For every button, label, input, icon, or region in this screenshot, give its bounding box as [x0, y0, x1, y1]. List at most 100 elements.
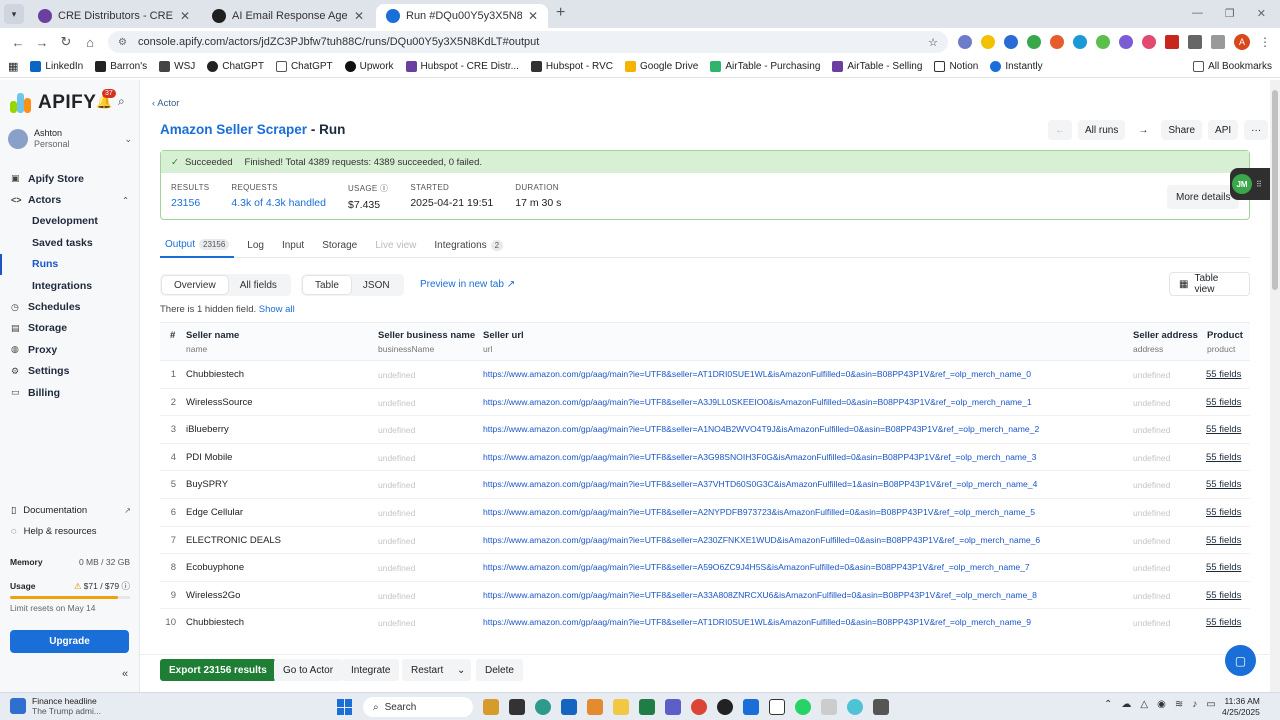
help-link[interactable]: ◌ Help & resources: [0, 521, 139, 542]
drive-icon[interactable]: △: [1140, 699, 1148, 710]
bookmark-item[interactable]: Hubspot - RVC: [530, 61, 613, 72]
json-toggle[interactable]: JSON: [351, 276, 402, 294]
close-tab-icon[interactable]: ✕: [528, 9, 538, 23]
col-seller-address[interactable]: Seller address address: [1133, 330, 1198, 354]
tab-storage[interactable]: Storage: [317, 232, 362, 258]
news-widget[interactable]: Finance headline The Trump admi...: [10, 696, 101, 716]
bookmark-item[interactable]: Notion: [934, 61, 978, 72]
extension-icon[interactable]: [1050, 35, 1064, 49]
drag-handle-icon[interactable]: ⠿: [1256, 180, 1262, 189]
back-arrow-icon[interactable]: ←: [6, 35, 30, 50]
sidebar-item-proxy[interactable]: ◍ Proxy: [0, 339, 139, 360]
overview-toggle[interactable]: Overview: [162, 276, 228, 294]
pen-icon[interactable]: [821, 699, 837, 715]
product-fields-link[interactable]: 55 fields: [1206, 424, 1241, 435]
product-fields-link[interactable]: 55 fields: [1206, 479, 1241, 490]
show-all-link[interactable]: Show all: [259, 304, 295, 315]
seller-url-link[interactable]: https://www.amazon.com/gp/aag/main?ie=UT…: [483, 507, 1035, 517]
tab-search-icon[interactable]: ▾: [4, 4, 24, 24]
browser-tab-3-active[interactable]: Run #DQu00Y5y3X5N8KdLT ✕: [376, 4, 548, 28]
sidebar-item-development[interactable]: Development: [0, 211, 139, 232]
api-button[interactable]: API: [1208, 120, 1239, 140]
reload-icon[interactable]: ↻: [54, 34, 78, 50]
site-info-icon[interactable]: ⚙: [118, 37, 132, 48]
copilot-icon[interactable]: [847, 699, 863, 715]
apps-grid-icon[interactable]: ▦: [8, 60, 18, 73]
close-tab-icon[interactable]: ✕: [180, 9, 190, 23]
sidebar-item-runs[interactable]: Runs: [0, 253, 139, 275]
seller-url-link[interactable]: https://www.amazon.com/gp/aag/main?ie=UT…: [483, 397, 1032, 407]
chatgpt-icon[interactable]: [717, 699, 733, 715]
taskbar-search[interactable]: ⌕ Search: [363, 697, 473, 717]
browser-tab-1[interactable]: CRE Distributors - CRE - Respo ✕: [28, 4, 200, 28]
seller-url-link[interactable]: https://www.amazon.com/gp/aag/main?ie=UT…: [483, 424, 1039, 434]
onedrive-icon[interactable]: ☁: [1121, 699, 1131, 710]
tab-output[interactable]: Output 23156: [160, 232, 235, 258]
product-fields-link[interactable]: 55 fields: [1206, 369, 1241, 380]
seller-url-link[interactable]: https://www.amazon.com/gp/aag/main?ie=UT…: [483, 452, 1036, 462]
edge-icon[interactable]: [535, 699, 551, 715]
actor-name-link[interactable]: Amazon Seller Scraper: [160, 122, 307, 137]
bookmark-star-icon[interactable]: ☆: [928, 36, 938, 49]
profile-avatar[interactable]: A: [1234, 34, 1250, 50]
product-fields-link[interactable]: 55 fields: [1206, 535, 1241, 546]
preview-new-tab-link[interactable]: Preview in new tab ↗: [420, 279, 515, 290]
excel-icon[interactable]: [639, 699, 655, 715]
sidebar-item-saved-tasks[interactable]: Saved tasks: [0, 232, 139, 253]
previous-run-button[interactable]: ←: [1048, 120, 1072, 140]
seller-url-link[interactable]: https://www.amazon.com/gp/aag/main?ie=UT…: [483, 479, 1037, 489]
url-bar[interactable]: ⚙ console.apify.com/actors/jdZC3PJbfw7tu…: [108, 31, 948, 53]
home-icon[interactable]: ⌂: [78, 35, 102, 50]
extension-icon[interactable]: [1096, 35, 1110, 49]
forward-arrow-icon[interactable]: →: [30, 35, 54, 50]
usage-indicator[interactable]: Usage ⚠ $71 / $79 ⓘ Limit resets on May 1…: [10, 580, 130, 613]
share-button[interactable]: Share: [1161, 120, 1203, 140]
extension-icon[interactable]: [958, 35, 972, 49]
bookmark-item[interactable]: Hubspot - CRE Distr...: [405, 61, 519, 72]
minimize-icon[interactable]: —: [1192, 7, 1203, 20]
windows-start-icon[interactable]: [337, 699, 353, 715]
chrome-icon[interactable]: [691, 699, 707, 715]
account-switcher[interactable]: Ashton Personal ⌄: [8, 128, 132, 150]
volume-icon[interactable]: ♪: [1192, 699, 1197, 710]
all-bookmarks[interactable]: All Bookmarks: [1193, 61, 1272, 72]
page-scrollbar[interactable]: [1270, 80, 1280, 692]
bookmark-item[interactable]: WSJ: [159, 61, 195, 72]
bookmark-item[interactable]: ChatGPT: [275, 61, 333, 72]
bookmark-item[interactable]: Barron's: [95, 61, 147, 72]
file-explorer-icon[interactable]: [509, 699, 525, 715]
restart-options-chevron-icon[interactable]: ⌄: [451, 659, 472, 681]
info-icon[interactable]: ⓘ: [380, 184, 388, 193]
bookmark-item[interactable]: Google Drive: [624, 61, 698, 72]
sidebar-item-storage[interactable]: ▤ Storage: [0, 318, 139, 339]
apify-logo[interactable]: APIFY: [10, 92, 96, 114]
breadcrumb-back-to-actor[interactable]: ‹ Actor: [152, 98, 179, 109]
extension-icon[interactable]: [1027, 35, 1041, 49]
terminal-icon[interactable]: [873, 699, 889, 715]
sidebar-item-settings[interactable]: ⚙ Settings: [0, 361, 139, 382]
wifi-icon[interactable]: ≋: [1175, 699, 1183, 710]
bookmark-item[interactable]: AirTable - Selling: [832, 61, 922, 72]
seller-url-link[interactable]: https://www.amazon.com/gp/aag/main?ie=UT…: [483, 369, 1031, 379]
col-seller-name[interactable]: Seller name name: [186, 330, 239, 354]
sidebar-item-billing[interactable]: ▭ Billing: [0, 382, 139, 403]
product-fields-link[interactable]: 55 fields: [1206, 452, 1241, 463]
teams-icon[interactable]: [665, 699, 681, 715]
extension-icon[interactable]: [1004, 35, 1018, 49]
sidepanel-icon[interactable]: [1211, 35, 1225, 49]
product-fields-link[interactable]: 55 fields: [1206, 590, 1241, 601]
chevron-up-icon[interactable]: ⌃: [1104, 699, 1112, 710]
bookmark-item[interactable]: Instantly: [990, 61, 1043, 72]
taskbar-clock[interactable]: 11:36 AM 4/25/2025: [1222, 696, 1260, 718]
puzzle-extensions-icon[interactable]: [1188, 35, 1202, 49]
browser-tab-2[interactable]: AI Email Response Agent Deve ✕: [202, 4, 374, 28]
go-to-actor-button[interactable]: Go to Actor: [274, 659, 343, 681]
all-fields-toggle[interactable]: All fields: [228, 276, 289, 294]
sidebar-item-schedules[interactable]: ◷ Schedules: [0, 296, 139, 317]
sidebar-item-actors[interactable]: <> Actors ⌃: [0, 189, 139, 210]
extension-icon[interactable]: [1119, 35, 1133, 49]
product-fields-link[interactable]: 55 fields: [1206, 397, 1241, 408]
bookmark-item[interactable]: Upwork: [344, 61, 394, 72]
extension-icon[interactable]: [981, 35, 995, 49]
outlook-icon[interactable]: [561, 699, 577, 715]
